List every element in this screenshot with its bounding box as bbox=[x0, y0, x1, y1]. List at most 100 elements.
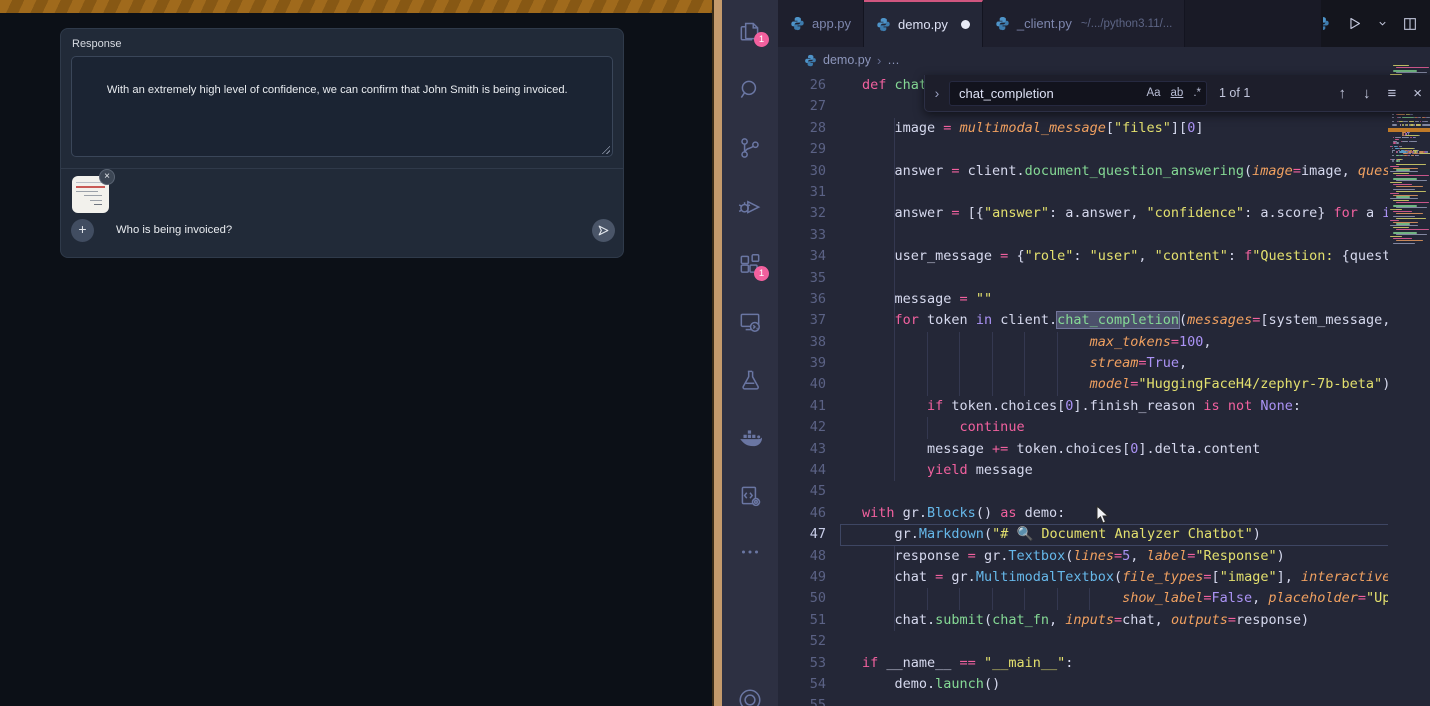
code-text[interactable]: continue bbox=[840, 417, 1430, 438]
code-text[interactable] bbox=[840, 268, 1430, 289]
explorer-icon[interactable]: 1 bbox=[737, 17, 763, 43]
code-text[interactable]: show_label=False, placeholder="Upload a … bbox=[840, 588, 1430, 609]
code-text[interactable]: message += token.choices[0].delta.conten… bbox=[840, 439, 1430, 460]
code-text[interactable]: if __name__ == "__main__": bbox=[840, 653, 1430, 674]
docker-icon[interactable] bbox=[737, 425, 763, 451]
line-number[interactable]: 41 bbox=[778, 396, 840, 417]
run-dropdown-chevron-icon[interactable] bbox=[1377, 18, 1388, 29]
tab-app-py[interactable]: app.py bbox=[778, 0, 864, 47]
code-line[interactable]: 47 gr.Markdown("# 🔍 Document Analyzer Ch… bbox=[778, 524, 1430, 545]
code-line[interactable]: 49 chat = gr.MultimodalTextbox(file_type… bbox=[778, 567, 1430, 588]
code-line[interactable]: 31 bbox=[778, 182, 1430, 203]
breadcrumb-more[interactable]: … bbox=[887, 53, 900, 67]
code-line[interactable]: 53if __name__ == "__main__": bbox=[778, 653, 1430, 674]
code-text[interactable]: chat = gr.MultimodalTextbox(file_types=[… bbox=[840, 567, 1430, 588]
code-text[interactable] bbox=[840, 481, 1430, 502]
code-text[interactable]: answer = client.document_question_answer… bbox=[840, 161, 1430, 182]
line-number[interactable]: 26 bbox=[778, 75, 840, 96]
line-number[interactable]: 53 bbox=[778, 653, 840, 674]
more-actions-icon[interactable] bbox=[737, 539, 763, 565]
response-textarea[interactable]: With an extremely high level of confiden… bbox=[71, 56, 613, 157]
whole-word-toggle[interactable]: ab bbox=[1166, 87, 1189, 99]
code-line[interactable]: 33 bbox=[778, 225, 1430, 246]
code-text[interactable]: model="HuggingFaceH4/zephyr-7b-beta"): bbox=[840, 374, 1430, 395]
code-text[interactable] bbox=[840, 182, 1430, 203]
source-control-icon[interactable] bbox=[737, 135, 763, 161]
line-number[interactable]: 42 bbox=[778, 417, 840, 438]
code-text[interactable] bbox=[840, 139, 1430, 160]
code-text[interactable]: chat.submit(chat_fn, inputs=chat, output… bbox=[840, 610, 1430, 631]
code-text[interactable]: user_message = {"role": "user", "content… bbox=[840, 246, 1430, 267]
breadcrumb[interactable]: demo.py › … bbox=[778, 47, 1430, 73]
code-text[interactable]: for token in client.chat_completion(mess… bbox=[840, 310, 1430, 331]
tab-client-py[interactable]: _client.py ~/.../python3.11/... bbox=[983, 0, 1185, 47]
attachment-close-button[interactable]: × bbox=[99, 169, 115, 185]
line-number[interactable]: 39 bbox=[778, 353, 840, 374]
search-icon[interactable] bbox=[737, 77, 763, 103]
code-text[interactable]: demo.launch() bbox=[840, 674, 1430, 695]
match-case-toggle[interactable]: Aa bbox=[1141, 87, 1165, 99]
line-number[interactable]: 55 bbox=[778, 695, 840, 706]
line-number[interactable]: 46 bbox=[778, 503, 840, 524]
line-number[interactable]: 45 bbox=[778, 481, 840, 502]
code-line[interactable]: 41 if token.choices[0].finish_reason is … bbox=[778, 396, 1430, 417]
line-number[interactable]: 50 bbox=[778, 588, 840, 609]
find-input[interactable]: chat_completion Aa ab .* bbox=[949, 81, 1207, 106]
code-line[interactable]: 35 bbox=[778, 268, 1430, 289]
code-line[interactable]: 44 yield message bbox=[778, 460, 1430, 481]
modified-dot-icon[interactable] bbox=[961, 20, 970, 29]
code-text[interactable]: yield message bbox=[840, 460, 1430, 481]
code-text[interactable]: if token.choices[0].finish_reason is not… bbox=[840, 396, 1430, 417]
test-beaker-icon[interactable] bbox=[737, 367, 763, 393]
code-line[interactable]: 34 user_message = {"role": "user", "cont… bbox=[778, 246, 1430, 267]
code-text[interactable] bbox=[840, 225, 1430, 246]
code-line[interactable]: 36 message = "" bbox=[778, 289, 1430, 310]
regex-toggle[interactable]: .* bbox=[1188, 87, 1206, 99]
code-line[interactable]: 54 demo.launch() bbox=[778, 674, 1430, 695]
code-line[interactable]: 45 bbox=[778, 481, 1430, 502]
line-number[interactable]: 32 bbox=[778, 203, 840, 224]
code-runner-settings-icon[interactable] bbox=[737, 483, 763, 509]
line-number[interactable]: 40 bbox=[778, 374, 840, 395]
line-number[interactable]: 54 bbox=[778, 674, 840, 695]
line-number[interactable]: 35 bbox=[778, 268, 840, 289]
line-number[interactable]: 48 bbox=[778, 546, 840, 567]
line-number[interactable]: 30 bbox=[778, 161, 840, 182]
code-line[interactable]: 46with gr.Blocks() as demo: bbox=[778, 503, 1430, 524]
run-debug-icon[interactable] bbox=[737, 193, 763, 219]
code-line[interactable]: 29 bbox=[778, 139, 1430, 160]
remote-explorer-icon[interactable] bbox=[737, 309, 763, 335]
code-line[interactable]: 42 continue bbox=[778, 417, 1430, 438]
line-number[interactable]: 33 bbox=[778, 225, 840, 246]
code-text[interactable]: stream=True, bbox=[840, 353, 1430, 374]
code-line[interactable]: 37 for token in client.chat_completion(m… bbox=[778, 310, 1430, 331]
extensions-icon[interactable]: 1 bbox=[737, 251, 763, 277]
code-text[interactable] bbox=[840, 631, 1430, 652]
code-text[interactable]: response = gr.Textbox(lines=5, label="Re… bbox=[840, 546, 1430, 567]
line-number[interactable]: 52 bbox=[778, 631, 840, 652]
code-line[interactable]: 32 answer = [{"answer": a.answer, "confi… bbox=[778, 203, 1430, 224]
find-close-icon[interactable]: × bbox=[1413, 85, 1422, 102]
code-line[interactable]: 38 max_tokens=100, bbox=[778, 332, 1430, 353]
line-number[interactable]: 27 bbox=[778, 96, 840, 117]
find-previous-icon[interactable]: ↑ bbox=[1338, 85, 1346, 102]
find-next-icon[interactable]: ↓ bbox=[1363, 85, 1371, 102]
code-text[interactable]: image = multimodal_message["files"][0] bbox=[840, 118, 1430, 139]
line-number[interactable]: 51 bbox=[778, 610, 840, 631]
minimap[interactable] bbox=[1388, 47, 1430, 706]
line-number[interactable]: 37 bbox=[778, 310, 840, 331]
send-button[interactable] bbox=[592, 219, 615, 242]
code-line[interactable]: 48 response = gr.Textbox(lines=5, label=… bbox=[778, 546, 1430, 567]
line-number[interactable]: 47 bbox=[778, 524, 840, 545]
code-line[interactable]: 51 chat.submit(chat_fn, inputs=chat, out… bbox=[778, 610, 1430, 631]
code-editor[interactable]: 26def chat_fn(multimodal_message):2728 i… bbox=[778, 73, 1430, 706]
line-number[interactable]: 31 bbox=[778, 182, 840, 203]
line-number[interactable]: 43 bbox=[778, 439, 840, 460]
account-icon[interactable] bbox=[737, 687, 763, 706]
line-number[interactable]: 38 bbox=[778, 332, 840, 353]
find-in-selection-icon[interactable]: ≡ bbox=[1387, 85, 1396, 102]
code-text[interactable]: with gr.Blocks() as demo: bbox=[840, 503, 1430, 524]
code-line[interactable]: 52 bbox=[778, 631, 1430, 652]
chat-question-text[interactable]: Who is being invoiced? bbox=[116, 224, 592, 236]
line-number[interactable]: 36 bbox=[778, 289, 840, 310]
